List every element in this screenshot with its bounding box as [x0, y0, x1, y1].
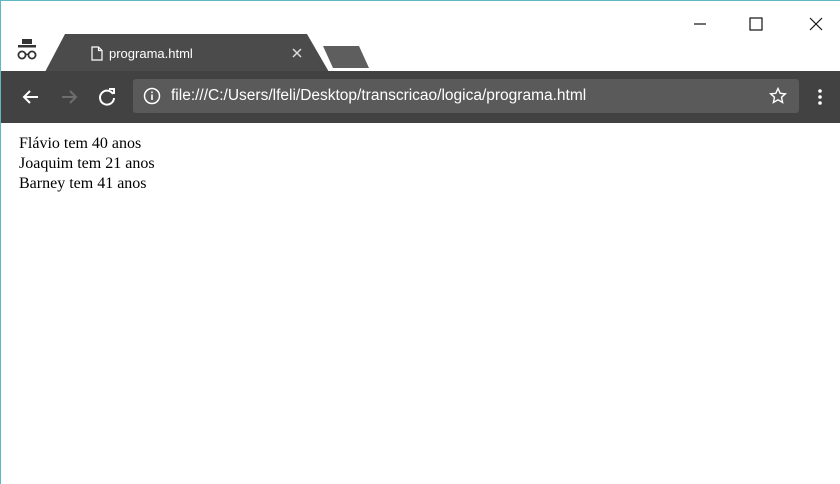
- title-bar: programa.html: [1, 1, 840, 72]
- menu-icon[interactable]: [816, 87, 824, 107]
- address-bar[interactable]: file:///C:/Users/lfeli/Desktop/transcric…: [133, 79, 799, 113]
- page-content: Flávio tem 40 anos Joaquim tem 21 anos B…: [19, 134, 155, 194]
- minimize-icon[interactable]: [691, 15, 709, 33]
- page-icon: [91, 46, 103, 61]
- browser-window: programa.html file:///C:/Users/lfeli/Des…: [0, 0, 840, 484]
- tab-programa[interactable]: programa.html: [45, 34, 329, 72]
- maximize-icon[interactable]: [747, 15, 765, 33]
- text-line: Flávio tem 40 anos: [19, 135, 142, 152]
- forward-icon[interactable]: [59, 87, 79, 107]
- tab-title: programa.html: [109, 46, 193, 61]
- reload-icon[interactable]: [97, 87, 117, 107]
- star-icon[interactable]: [769, 87, 787, 105]
- info-icon[interactable]: [143, 87, 161, 105]
- window-close-icon[interactable]: [807, 15, 825, 33]
- text-line: Joaquim tem 21 anos: [19, 155, 155, 172]
- url-text[interactable]: file:///C:/Users/lfeli/Desktop/transcric…: [171, 79, 586, 113]
- back-icon[interactable]: [21, 87, 41, 107]
- close-icon[interactable]: [290, 46, 304, 60]
- incognito-icon: [17, 39, 37, 60]
- text-line: Barney tem 41 anos: [19, 175, 147, 192]
- toolbar: file:///C:/Users/lfeli/Desktop/transcric…: [1, 71, 840, 123]
- new-tab-button[interactable]: [323, 46, 369, 68]
